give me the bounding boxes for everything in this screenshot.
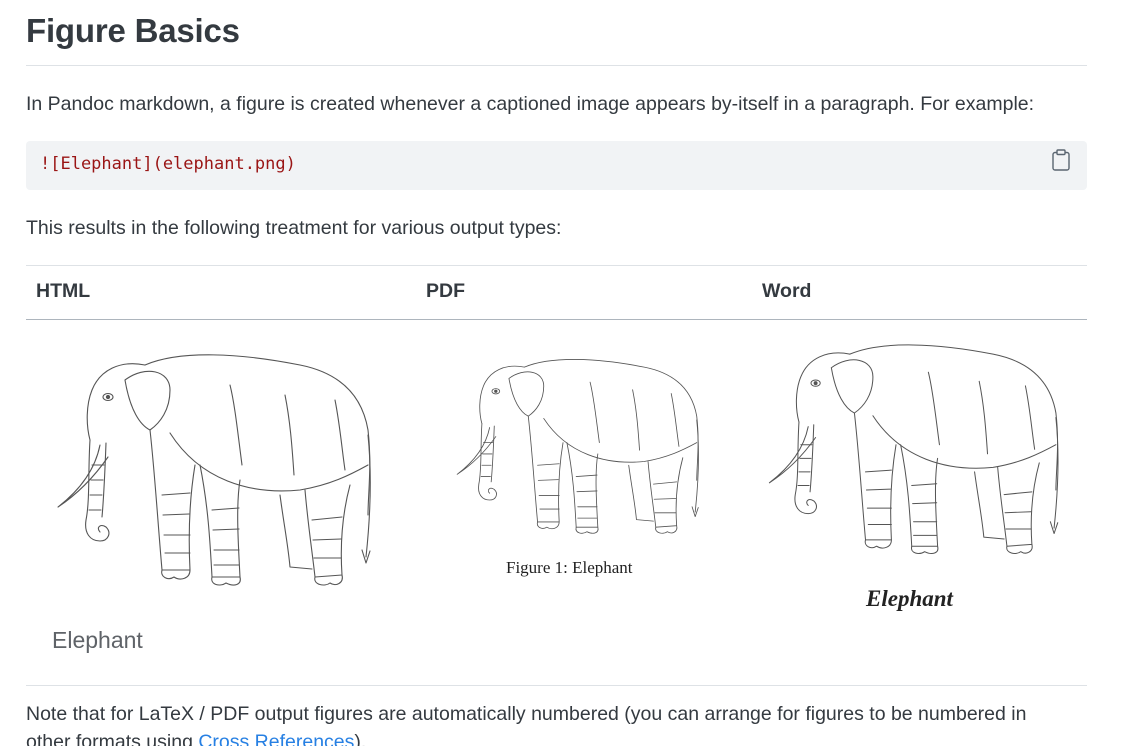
column-header-html: HTML [36,280,91,302]
note-line-1: Note that for LaTeX / PDF output figures… [26,703,1027,725]
treatment-paragraph: This results in the following treatment … [26,217,562,239]
code-block: ![Elephant](elephant.png) [26,141,1087,190]
note-line-2-suffix: ). [354,731,367,746]
column-header-pdf: PDF [426,280,465,302]
elephant-image-word [768,344,1059,554]
note-line-2-prefix: other formats using [26,731,199,746]
caption-html: Elephant [52,627,143,653]
table-bottom-border [26,685,1087,686]
clipboard-icon [1052,149,1070,171]
caption-word: Elephant [866,586,953,611]
note-paragraph: Note that for LaTeX / PDF output figures… [26,700,1026,746]
heading-divider [26,65,1087,66]
elephant-image-html [57,354,371,586]
cross-references-link[interactable]: Cross References [198,731,354,746]
table-header-border [26,319,1087,320]
column-header-word: Word [762,280,812,302]
caption-pdf: Figure 1: Elephant [506,558,633,577]
intro-paragraph: In Pandoc markdown, a figure is created … [26,93,1035,115]
elephant-image-pdf [456,359,699,534]
table-top-border [26,265,1087,266]
code-text: ![Elephant](elephant.png) [40,154,296,174]
section-heading: Figure Basics [26,12,240,49]
copy-code-button[interactable] [1051,149,1071,171]
